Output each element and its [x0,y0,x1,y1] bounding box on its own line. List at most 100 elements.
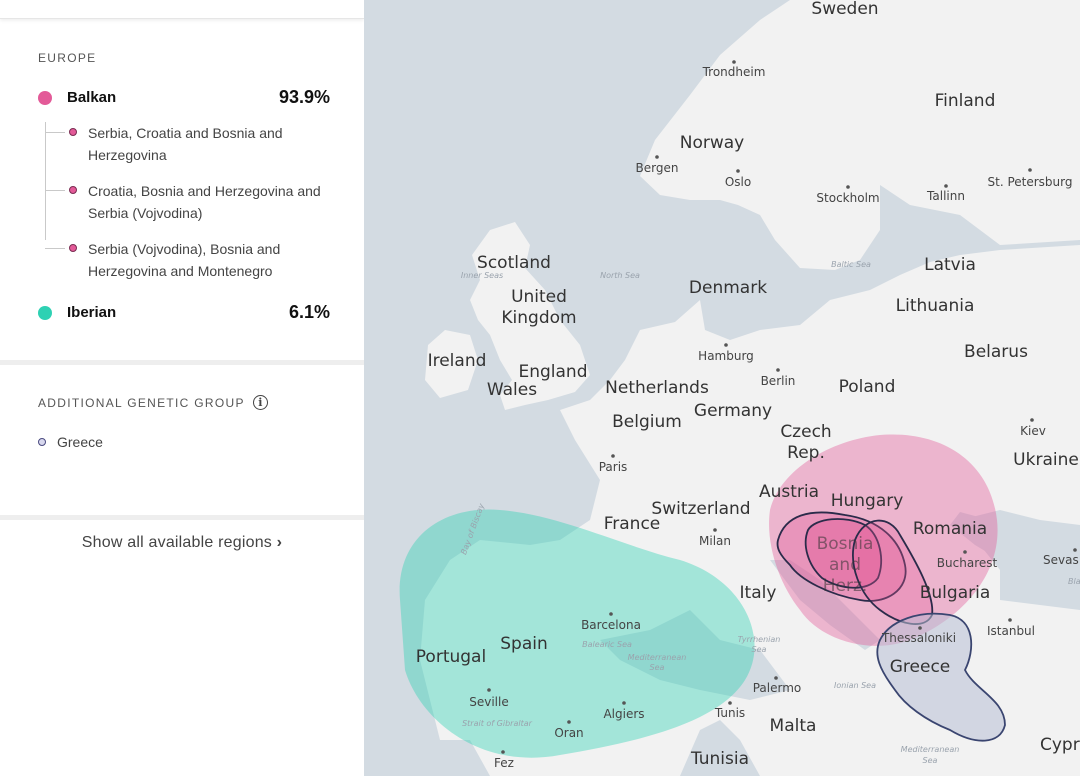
europe-title: EUROPE [38,51,97,65]
city-kiev: Kiev [1020,424,1046,438]
sea-baltic: Baltic Sea [831,260,871,269]
subregion-dot [69,128,77,136]
balkan-subregions: Serbia, Croatia and Bosnia and Herzegovi… [45,122,330,282]
city-bucharest: Bucharest [937,556,998,570]
label-hungary: Hungary [831,491,904,511]
city-berlin: Berlin [761,374,796,388]
subregion-dot [69,244,77,252]
iberian-percent: 6.1% [288,302,330,322]
balkan-label: Balkan [67,89,117,106]
label-lithuania: Lithuania [896,296,975,316]
city-tallinn: Tallinn [926,189,965,203]
city-thessaloniki: Thessaloniki [881,631,956,645]
label-uk-1: United [511,287,567,307]
results-panel: EUROPE Balkan 93.9% Serbia, Croatia and … [0,0,365,776]
label-malta: Malta [770,716,817,736]
iberian-row[interactable]: Iberian 6.1% [38,302,330,323]
city-paris: Paris [599,460,628,474]
sea-balearic: Balearic Sea [582,640,632,649]
city-palermo: Palermo [753,681,802,695]
city-tunis: Tunis [714,706,745,720]
label-wales: Wales [487,380,537,400]
subregion-label: Croatia, Bosnia and Herzegovina and Serb… [88,183,321,221]
sea-ionian: Ionian Sea [834,681,876,690]
show-all-regions-link[interactable]: Show all available regions › [0,534,364,552]
label-bosnia-1: Bosnia [817,534,874,554]
balkan-row[interactable]: Balkan 93.9% [38,87,330,108]
divider [0,515,364,520]
city-milan: Milan [699,534,731,548]
label-romania: Romania [913,519,987,539]
show-all-label: Show all available regions [81,534,272,551]
label-bosnia-2: and [829,555,861,575]
tree-branch [45,190,65,191]
additional-item-label: Greece [57,434,103,450]
subregion-item[interactable]: Serbia (Vojvodina), Bosnia and Herzegovi… [45,238,330,282]
label-netherlands: Netherlands [605,378,709,398]
tree-branch [45,248,65,249]
map-svg[interactable]: Sweden Finland Norway Latvia Lithuania B… [364,0,1080,776]
label-tunisia: Tunisia [690,749,749,769]
label-cyprus: Cypr [1040,735,1080,755]
city-bergen: Bergen [636,161,679,175]
chevron-right-icon: › [276,534,283,551]
subregion-item[interactable]: Croatia, Bosnia and Herzegovina and Serb… [45,180,330,224]
balkan-percent: 93.9% [278,87,330,107]
subregion-item[interactable]: Serbia, Croatia and Bosnia and Herzegovi… [45,122,330,166]
sea-med2-2: Sea [923,756,938,765]
sea-tyrrhenian-2: Sea [752,645,767,654]
label-ireland: Ireland [428,351,487,371]
label-belgium: Belgium [612,412,682,432]
tree-branch [45,132,65,133]
subregion-label: Serbia, Croatia and Bosnia and Herzegovi… [88,125,283,163]
label-austria: Austria [759,482,819,502]
label-belarus: Belarus [964,342,1028,362]
city-seville: Seville [469,695,509,709]
city-fez: Fez [494,756,514,770]
label-sweden: Sweden [811,0,878,19]
europe-section: EUROPE Balkan 93.9% Serbia, Croatia and … [0,19,364,360]
label-bulgaria: Bulgaria [920,583,991,603]
iberian-label: Iberian [67,304,117,321]
city-hamburg: Hamburg [698,349,754,363]
label-norway: Norway [680,133,745,153]
subregion-dot [69,186,77,194]
balkan-dot [38,90,52,105]
subregion-label: Serbia (Vojvodina), Bosnia and Herzegovi… [88,241,281,279]
city-stockholm: Stockholm [816,191,879,205]
sea-strait: Strait of Gibraltar [462,719,533,728]
city-st-petersburg: St. Petersburg [988,175,1073,189]
info-icon[interactable]: i [252,395,268,410]
sea-inner-seas: Inner Seas [461,271,503,280]
label-switzerland: Switzerland [651,499,750,519]
label-england: England [518,362,587,382]
city-barcelona: Barcelona [581,618,641,632]
additional-title: ADDITIONAL GENETIC GROUP [38,395,245,410]
label-finland: Finland [935,91,996,111]
city-sevastopol: Sevas [1043,553,1079,567]
label-uk-2: Kingdom [501,308,576,328]
sea-tyrrhenian-1: Tyrrhenian [738,635,781,644]
label-czech-2: Rep. [787,443,825,463]
additional-section: ADDITIONAL GENETIC GROUP i Greece [0,365,364,515]
city-oslo: Oslo [725,175,751,189]
label-spain: Spain [500,634,548,654]
sea-med-2: Sea [650,663,665,672]
label-poland: Poland [839,377,896,397]
map-view[interactable]: Sweden Finland Norway Latvia Lithuania B… [364,0,1080,776]
tree-line [45,122,46,240]
label-denmark: Denmark [689,278,767,298]
city-algiers: Algiers [603,707,644,721]
label-scotland: Scotland [477,253,551,273]
label-france: France [604,514,661,534]
sea-north-sea: North Sea [600,271,640,280]
label-portugal: Portugal [416,647,486,667]
label-greece: Greece [890,657,951,677]
additional-item-greece[interactable]: Greece [38,434,330,450]
label-germany: Germany [694,401,772,421]
greece-dot [38,438,46,446]
label-bosnia-3: Herz. [823,576,868,596]
label-ukraine: Ukraine [1013,450,1079,470]
label-latvia: Latvia [924,255,976,275]
city-trondheim: Trondheim [702,65,766,79]
